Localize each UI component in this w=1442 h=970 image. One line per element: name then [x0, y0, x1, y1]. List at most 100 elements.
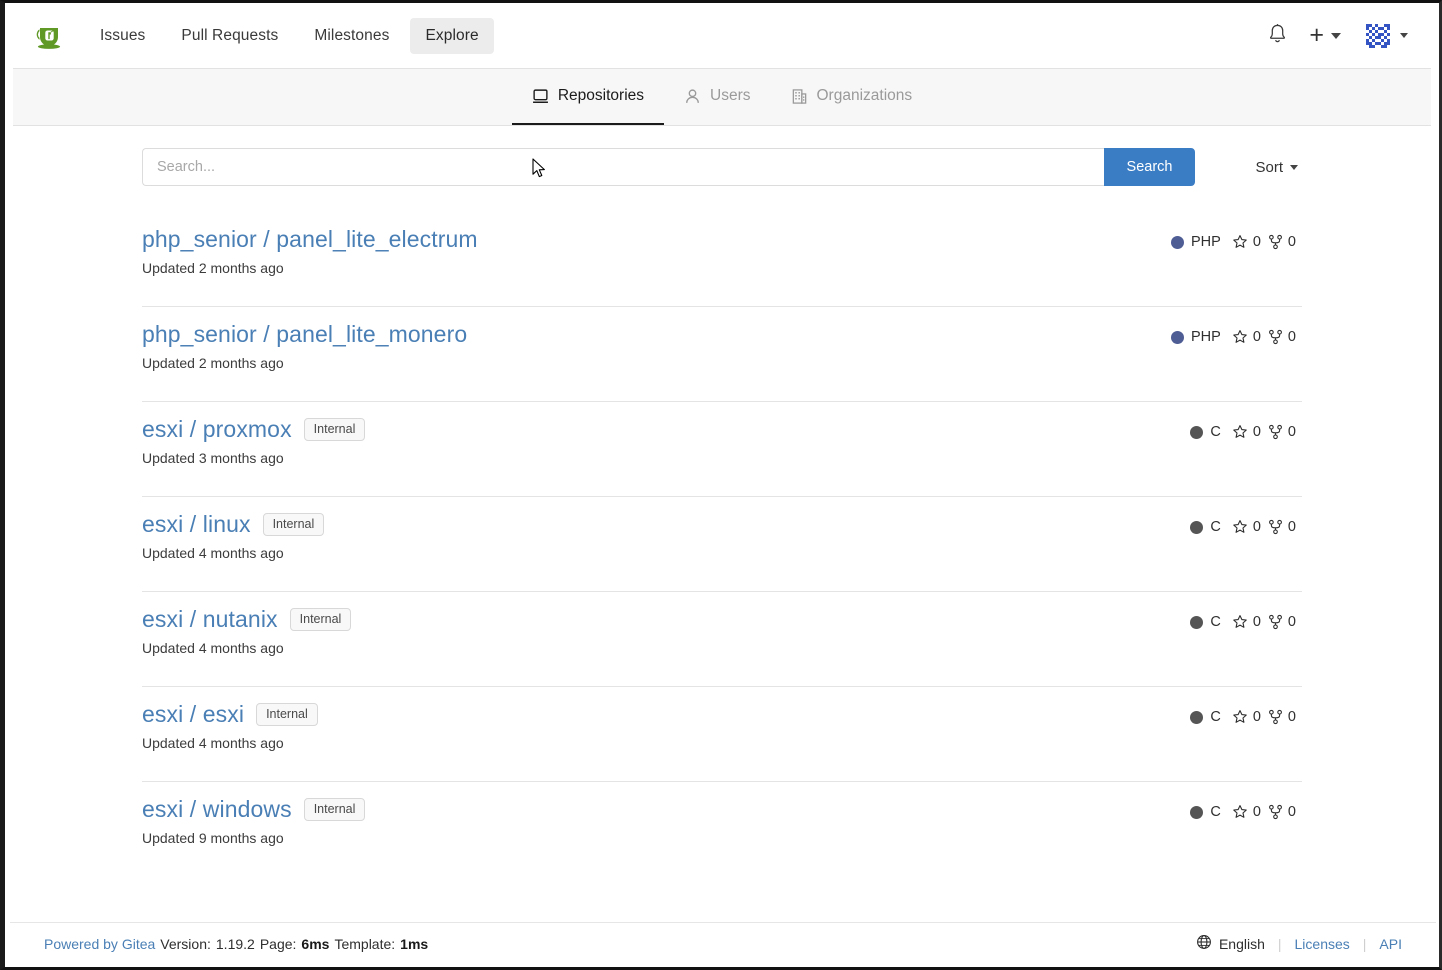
language-color-dot — [1171, 331, 1184, 344]
forks-stat[interactable]: 0 — [1268, 709, 1296, 725]
repository-updated: Updated 2 months ago — [142, 260, 478, 276]
language-name: C — [1210, 709, 1220, 725]
repository-list: php_senior / panel_lite_electrum Updated… — [142, 212, 1302, 877]
repository-link[interactable]: esxi / esxi — [142, 701, 244, 728]
licenses-link[interactable]: Licenses — [1295, 936, 1350, 952]
api-link[interactable]: API — [1379, 936, 1402, 952]
stars-stat[interactable]: 0 — [1232, 614, 1261, 630]
fork-icon — [1268, 234, 1283, 250]
tab-repositories[interactable]: Repositories — [512, 69, 664, 125]
stars-stat[interactable]: 0 — [1232, 519, 1261, 535]
forks-stat[interactable]: 0 — [1268, 804, 1296, 820]
stars-count: 0 — [1253, 329, 1261, 345]
version-label: Version: — [160, 936, 211, 952]
repository-item[interactable]: esxi / proxmox Internal Updated 3 months… — [142, 402, 1302, 497]
repository-stats: C 0 — [1190, 606, 1302, 630]
template-value: 1ms — [400, 936, 428, 952]
star-icon — [1232, 329, 1248, 345]
repository-item[interactable]: esxi / windows Internal Updated 9 months… — [142, 782, 1302, 877]
repository-stats: PHP 0 — [1171, 226, 1302, 250]
repository-link[interactable]: php_senior / panel_lite_electrum — [142, 226, 478, 253]
fork-icon — [1268, 709, 1283, 725]
repository-link[interactable]: esxi / windows — [142, 796, 292, 823]
repository-item[interactable]: esxi / esxi Internal Updated 4 months ag… — [142, 687, 1302, 782]
repository-item[interactable]: esxi / nutanix Internal Updated 4 months… — [142, 592, 1302, 687]
footer-divider: | — [1265, 936, 1295, 952]
star-icon — [1232, 709, 1248, 725]
chevron-down-icon — [1331, 33, 1341, 39]
star-icon — [1232, 424, 1248, 440]
stars-count: 0 — [1253, 614, 1261, 630]
status-badge: Internal — [256, 703, 318, 726]
chevron-down-icon — [1290, 165, 1298, 170]
notifications-button[interactable] — [1259, 17, 1296, 55]
tab-label: Users — [710, 87, 750, 105]
forks-count: 0 — [1288, 709, 1296, 725]
repository-updated: Updated 2 months ago — [142, 355, 467, 371]
language-name: C — [1210, 424, 1220, 440]
status-badge: Internal — [304, 418, 366, 441]
repository-updated: Updated 3 months ago — [142, 450, 365, 466]
language-selector[interactable]: English — [1196, 934, 1265, 953]
gitea-teacup-logo-icon[interactable] — [33, 19, 67, 53]
tab-organizations[interactable]: Organizations — [771, 69, 933, 125]
template-label: Template: — [334, 936, 395, 952]
repository-item[interactable]: esxi / linux Internal Updated 4 months a… — [142, 497, 1302, 592]
repository-item[interactable]: php_senior / panel_lite_monero Updated 2… — [142, 307, 1302, 402]
language-color-dot — [1190, 806, 1203, 819]
explore-tabbar: Repositories Users — [13, 68, 1431, 126]
language-color-dot — [1190, 521, 1203, 534]
repository-updated: Updated 4 months ago — [142, 640, 351, 656]
stars-stat[interactable]: 0 — [1232, 329, 1261, 345]
search-input[interactable] — [142, 148, 1104, 186]
status-badge: Internal — [263, 513, 325, 536]
star-icon — [1232, 519, 1248, 535]
create-new-button[interactable]: + — [1300, 17, 1350, 54]
repository-updated: Updated 4 months ago — [142, 545, 324, 561]
stars-count: 0 — [1253, 519, 1261, 535]
forks-stat[interactable]: 0 — [1268, 424, 1296, 440]
nav-link-pull-requests[interactable]: Pull Requests — [166, 18, 293, 54]
stars-stat[interactable]: 0 — [1232, 804, 1261, 820]
sort-dropdown[interactable]: Sort — [1251, 153, 1302, 182]
page-label: Page: — [260, 936, 297, 952]
repository-link[interactable]: php_senior / panel_lite_monero — [142, 321, 467, 348]
tab-users[interactable]: Users — [664, 69, 770, 125]
forks-count: 0 — [1288, 614, 1296, 630]
nav-link-issues[interactable]: Issues — [85, 18, 160, 54]
language-name: C — [1210, 614, 1220, 630]
nav-link-explore[interactable]: Explore — [410, 18, 493, 54]
chevron-down-icon — [1400, 33, 1408, 38]
repository-link[interactable]: esxi / nutanix — [142, 606, 278, 633]
forks-stat[interactable]: 0 — [1268, 329, 1296, 345]
user-menu-button[interactable] — [1354, 15, 1417, 57]
fork-icon — [1268, 519, 1283, 535]
language-color-dot — [1171, 236, 1184, 249]
stars-stat[interactable]: 0 — [1232, 709, 1261, 725]
repository-item[interactable]: php_senior / panel_lite_electrum Updated… — [142, 212, 1302, 307]
star-icon — [1232, 614, 1248, 630]
forks-stat[interactable]: 0 — [1268, 614, 1296, 630]
forks-stat[interactable]: 0 — [1268, 234, 1296, 250]
stars-stat[interactable]: 0 — [1232, 424, 1261, 440]
page-viewport: Issues Pull Requests Milestones Explore … — [0, 0, 1442, 970]
search-button[interactable]: Search — [1104, 148, 1196, 186]
repo-icon — [532, 88, 549, 105]
top-navbar: Issues Pull Requests Milestones Explore … — [5, 3, 1439, 68]
powered-by-gitea-link[interactable]: Powered by Gitea — [44, 936, 155, 952]
star-icon — [1232, 804, 1248, 820]
repository-updated: Updated 9 months ago — [142, 830, 365, 846]
sort-label: Sort — [1255, 159, 1283, 176]
repository-link[interactable]: esxi / proxmox — [142, 416, 292, 443]
repository-stats: C 0 — [1190, 701, 1302, 725]
stars-stat[interactable]: 0 — [1232, 234, 1261, 250]
forks-stat[interactable]: 0 — [1268, 519, 1296, 535]
repository-stats: C 0 — [1190, 416, 1302, 440]
bell-icon — [1268, 23, 1287, 49]
stars-count: 0 — [1253, 234, 1261, 250]
status-badge: Internal — [304, 798, 366, 821]
language-color-dot — [1190, 711, 1203, 724]
repository-link[interactable]: esxi / linux — [142, 511, 251, 538]
page-value: 6ms — [301, 936, 329, 952]
nav-link-milestones[interactable]: Milestones — [299, 18, 404, 54]
